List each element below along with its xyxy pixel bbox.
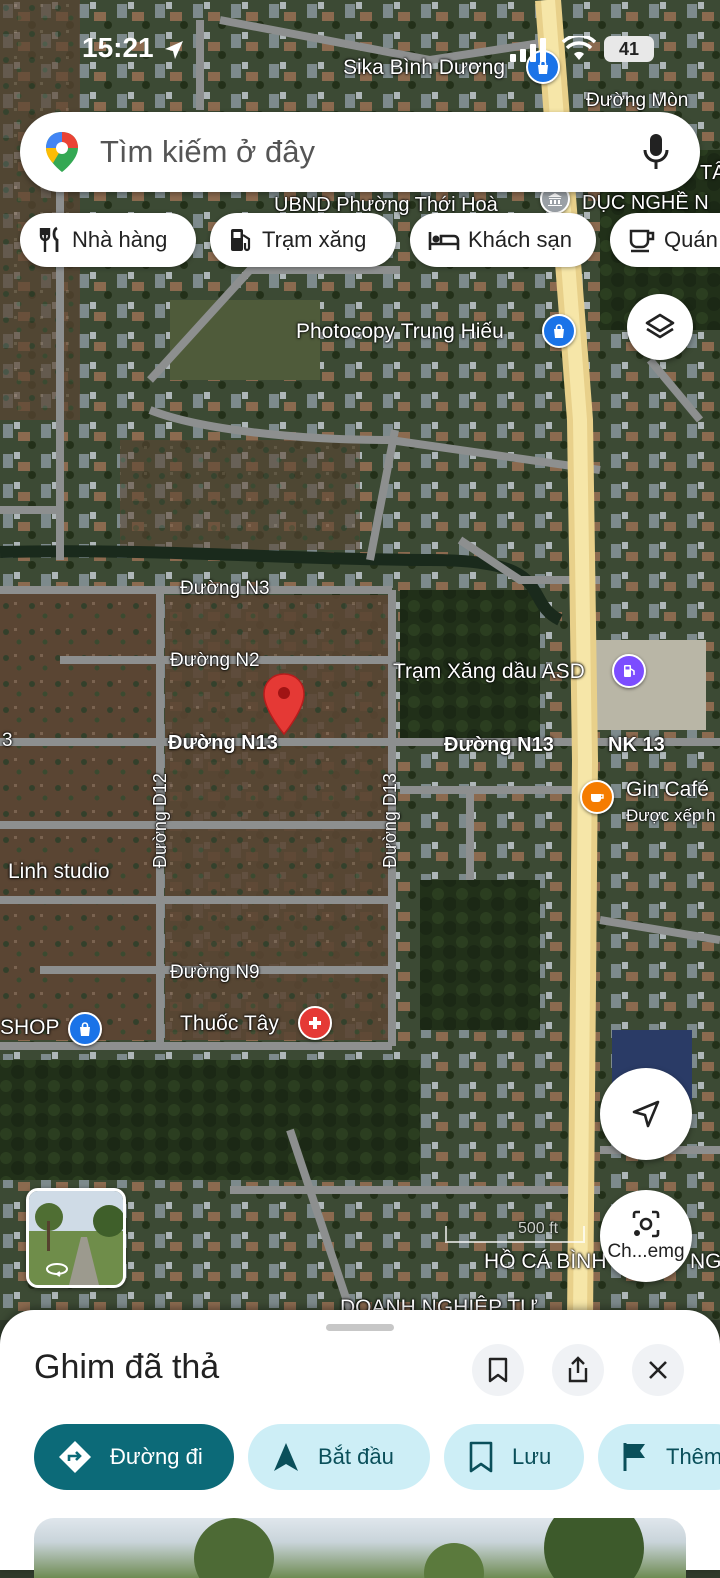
- search-bar[interactable]: Tìm kiếm ở đây: [20, 112, 700, 192]
- map-label-duong-n3: Đường N3: [180, 578, 270, 599]
- wifi-icon: [562, 36, 596, 60]
- flag-icon: [623, 1443, 645, 1471]
- signal-icon: [510, 38, 546, 62]
- map-label-duong-n9: Đường N9: [170, 962, 260, 983]
- layers-button[interactable]: [627, 294, 693, 360]
- map-label-left-edge: 3: [2, 730, 13, 751]
- map-label-photocopy[interactable]: Photocopy Trung Hiếu: [296, 320, 504, 344]
- sheet-drag-handle[interactable]: [326, 1324, 394, 1331]
- close-button[interactable]: [632, 1344, 684, 1396]
- map-label-ho-ca[interactable]: HỒ CÁ BÌNH: [484, 1250, 607, 1274]
- map-label-duong-d12: Đường D12: [150, 773, 170, 868]
- map-label-thuoc-tay[interactable]: Thuốc Tây: [180, 1012, 279, 1036]
- shopping-bag-icon[interactable]: [542, 314, 576, 348]
- google-lens-button[interactable]: Ch...emg: [600, 1190, 692, 1282]
- pharmacy-icon[interactable]: [298, 1006, 332, 1040]
- battery-indicator: 41: [604, 36, 654, 62]
- directions-icon: [59, 1441, 91, 1473]
- more-label: Thêm: [666, 1444, 720, 1469]
- google-maps-logo-icon: [46, 132, 78, 172]
- bookmark-icon: [488, 1357, 508, 1383]
- share-icon: [568, 1356, 588, 1383]
- map-label-duong-mon: Đường Mòn: [586, 90, 689, 111]
- battery-level: 41: [618, 38, 640, 59]
- navigation-arrow-icon: [632, 1100, 660, 1128]
- map-scale-label: 500 ft: [518, 1220, 559, 1237]
- directions-button[interactable]: Đường đi: [34, 1424, 234, 1490]
- chip-cafes[interactable]: Quán: [610, 213, 720, 267]
- chip-label: Quán: [664, 227, 718, 252]
- place-photo[interactable]: [34, 1518, 686, 1578]
- microphone-icon[interactable]: [642, 132, 670, 172]
- chip-gas-stations[interactable]: Trạm xăng: [210, 213, 396, 267]
- chip-hotels[interactable]: Khách sạn: [410, 213, 596, 267]
- map-label-ho-ca-tail: NG: [690, 1250, 720, 1273]
- status-time: 15:21: [82, 32, 154, 63]
- map-label-tram-xang[interactable]: Trạm Xăng dầu ASD: [393, 660, 585, 684]
- close-icon: [649, 1361, 667, 1379]
- chip-label: Trạm xăng: [262, 227, 367, 252]
- search-placeholder[interactable]: Tìm kiếm ở đây: [100, 134, 315, 170]
- map-label-gin-cafe-rating: Được xếp h: [626, 806, 716, 825]
- map-label-ta: TÂ: [700, 162, 720, 184]
- my-location-button[interactable]: [600, 1068, 692, 1160]
- shopping-bag-icon[interactable]: [68, 1012, 102, 1046]
- place-photo-image: [194, 1518, 644, 1578]
- street-view-image: [29, 1191, 123, 1285]
- status-bar: 15:21 41: [0, 30, 720, 70]
- map-label-nk13: NK 13: [608, 734, 665, 756]
- layers-icon: [645, 313, 675, 339]
- directions-label: Đường đi: [110, 1444, 203, 1469]
- map-label-shop[interactable]: SHOP: [0, 1016, 60, 1040]
- category-chips: Nhà hàng Trạm xăng Khách sạn Quán: [20, 213, 720, 267]
- cafe-icon: [629, 229, 655, 253]
- dropped-pin-icon[interactable]: [262, 672, 306, 736]
- street-view-thumbnail[interactable]: [26, 1188, 126, 1288]
- chip-label: Nhà hàng: [72, 227, 168, 252]
- rotate-360-icon: [46, 1263, 68, 1277]
- map-label-duong-n2: Đường N2: [170, 650, 260, 671]
- restaurant-icon: [39, 226, 59, 252]
- start-button[interactable]: Bắt đầu: [248, 1424, 430, 1490]
- map-label-linh-studio[interactable]: Linh studio: [8, 860, 110, 884]
- place-bottom-sheet[interactable]: Ghim đã thả Đường đi Bắt đầu Lưu Thêm: [0, 1310, 720, 1578]
- chip-label: Khách sạn: [468, 227, 572, 252]
- sheet-title: Ghim đã thả: [34, 1348, 220, 1386]
- map-label-duong-d13: Đường D13: [380, 773, 400, 868]
- lens-button-label: Ch...emg: [607, 1241, 685, 1262]
- coffee-cup-icon[interactable]: [580, 780, 614, 814]
- map-label-gin-cafe[interactable]: Gin Café: [626, 778, 709, 802]
- more-button[interactable]: Thêm: [598, 1424, 720, 1490]
- bookmark-icon: [469, 1441, 493, 1473]
- save-label: Lưu: [512, 1444, 552, 1469]
- save-place-button[interactable]: [472, 1344, 524, 1396]
- camera-lens-icon: [632, 1210, 660, 1238]
- gas-station-icon[interactable]: [612, 654, 646, 688]
- gas-station-icon: [231, 229, 251, 252]
- location-arrow-icon: [165, 41, 183, 59]
- map-label-duong-n13-right: Đường N13: [444, 734, 554, 756]
- share-button[interactable]: [552, 1344, 604, 1396]
- navigation-arrow-icon: [274, 1443, 298, 1471]
- map-label-duc-nghe[interactable]: DỤC NGHỀ N: [582, 192, 709, 215]
- chip-restaurants[interactable]: Nhà hàng: [20, 213, 196, 267]
- save-button[interactable]: Lưu: [444, 1424, 584, 1490]
- hotel-icon: [428, 232, 460, 250]
- start-label: Bắt đầu: [318, 1444, 394, 1469]
